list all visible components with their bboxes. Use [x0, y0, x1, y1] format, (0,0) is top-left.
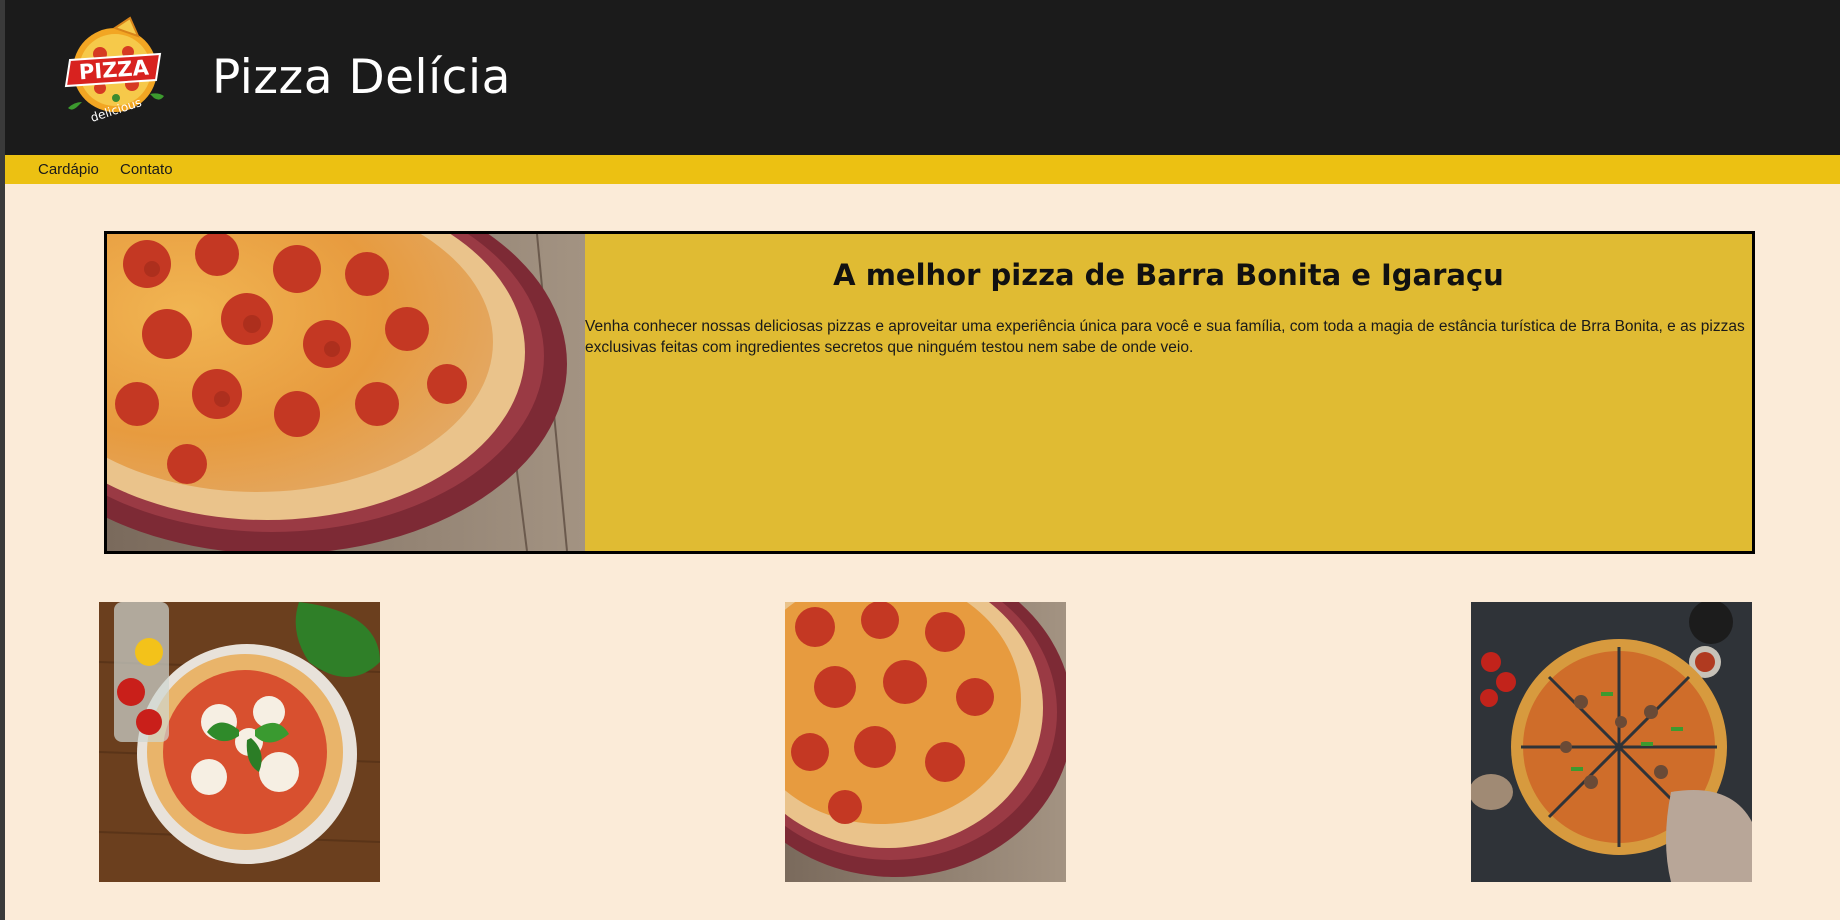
main-nav: Cardápio Contato — [5, 155, 1840, 184]
pizza-logo[interactable]: PIZZA delicious — [60, 14, 170, 128]
site-title: Pizza Delícia — [212, 50, 511, 105]
nav-link-contato[interactable]: Contato — [120, 161, 173, 178]
site-header: PIZZA delicious Pizza Delícia — [5, 0, 1840, 155]
gallery-supreme-pizza-image — [1471, 602, 1752, 882]
hero-description: Venha conhecer nossas deliciosas pizzas … — [585, 318, 1745, 356]
gallery-pepperoni-pizza-image — [785, 602, 1066, 882]
page: PIZZA delicious Pizza Delícia Cardápio C… — [5, 0, 1840, 920]
hero-pepperoni-pizza-image — [107, 234, 585, 551]
hero-banner: A melhor pizza de Barra Bonita e Igaraçu… — [104, 231, 1755, 554]
logo-text-top: PIZZA — [78, 56, 150, 85]
nav-link-cardapio[interactable]: Cardápio — [38, 161, 99, 178]
hero-title: A melhor pizza de Barra Bonita e Igaraçu — [833, 258, 1504, 292]
gallery-margherita-pizza-image — [99, 602, 380, 882]
